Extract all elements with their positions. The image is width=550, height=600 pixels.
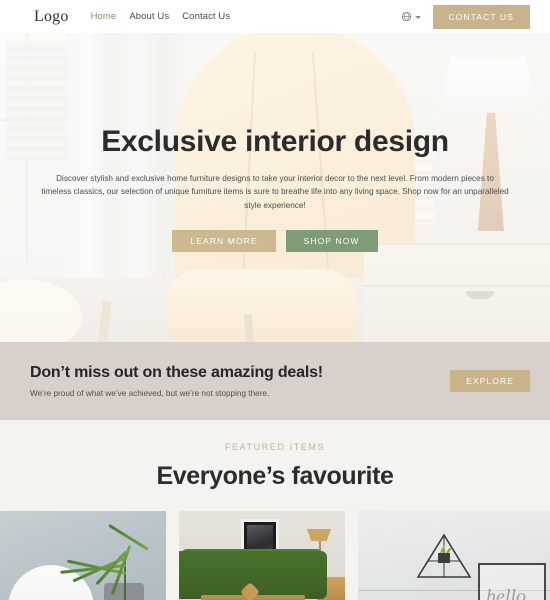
explore-button[interactable]: EXPLORE xyxy=(450,370,530,392)
featured-card-plant[interactable] xyxy=(0,511,166,600)
nav-link-home[interactable]: Home xyxy=(91,11,117,22)
deals-text-group: Don’t miss out on these amazing deals! W… xyxy=(30,364,450,398)
nav-right-group: CONTACT US xyxy=(401,4,530,29)
contact-us-button[interactable]: CONTACT US xyxy=(432,4,530,29)
nav-link-about-us[interactable]: About Us xyxy=(129,11,169,22)
deals-subtitle: We’re proud of what we’ve achieved, but … xyxy=(30,389,270,398)
featured-title: Everyone’s favourite xyxy=(156,462,394,490)
site-logo[interactable]: Logo xyxy=(34,8,69,26)
hello-sign-text: hello xyxy=(486,586,526,600)
hero-button-group: LEARN MORE SHOP NOW xyxy=(0,229,550,252)
primary-nav-links: Home About Us Contact Us xyxy=(91,11,231,22)
featured-items-section: FEATURED ITEMS Everyone’s favourite hell… xyxy=(0,420,550,600)
hero-section: Exclusive interior design Discover styli… xyxy=(0,33,550,342)
featured-card-green-sofa[interactable] xyxy=(179,511,345,600)
triangle-planter-icon xyxy=(416,533,472,579)
featured-card-hello-wall[interactable]: hello xyxy=(358,511,550,600)
top-navigation-bar: Logo Home About Us Contact Us CONTACT US xyxy=(0,0,550,33)
shop-now-button[interactable]: SHOP NOW xyxy=(285,229,378,252)
featured-eyebrow: FEATURED ITEMS xyxy=(224,442,326,452)
hero-content: Exclusive interior design Discover styli… xyxy=(0,33,550,252)
language-selector[interactable] xyxy=(401,11,421,22)
chevron-down-icon xyxy=(414,15,421,19)
deals-banner: Don’t miss out on these amazing deals! W… xyxy=(0,342,550,420)
landing-page: Logo Home About Us Contact Us CONTACT US xyxy=(0,0,550,600)
hero-title: Exclusive interior design xyxy=(101,125,449,158)
learn-more-button[interactable]: LEARN MORE xyxy=(172,229,276,252)
nav-link-contact-us[interactable]: Contact Us xyxy=(182,11,230,22)
globe-icon xyxy=(401,11,412,22)
hero-subtitle: Discover stylish and exclusive home furn… xyxy=(41,174,509,210)
deals-title: Don’t miss out on these amazing deals! xyxy=(30,364,323,381)
featured-cards-row: hello xyxy=(0,511,550,600)
